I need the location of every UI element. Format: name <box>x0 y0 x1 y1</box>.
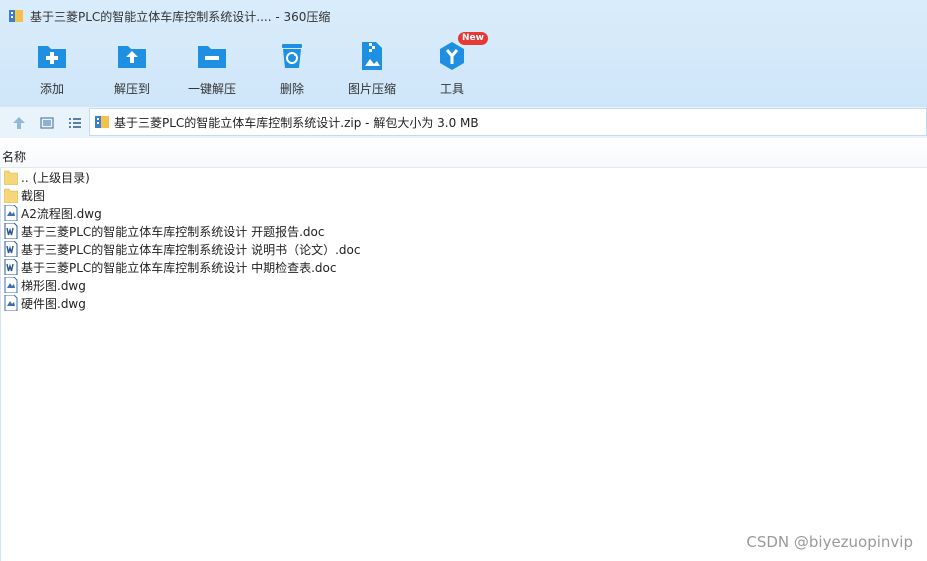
list-view-button[interactable] <box>62 111 88 135</box>
list-item[interactable]: 基于三菱PLC的智能立体车库控制系统设计 说明书（论文）.doc <box>0 240 927 258</box>
folder-add-icon <box>36 40 68 72</box>
word-doc-icon <box>4 222 18 240</box>
list-item[interactable]: .. (上级目录) <box>0 168 927 186</box>
watermark-text: CSDN @biyezuopinvip <box>746 533 913 551</box>
image-compress-button[interactable]: 图片压缩 <box>332 36 412 100</box>
file-name: 梯形图.dwg <box>21 278 86 293</box>
title-bar: 基于三菱PLC的智能立体车库控制系统设计.... - 360压缩 <box>0 0 927 32</box>
dwg-file-icon <box>4 294 18 312</box>
file-name: .. (上级目录) <box>21 170 90 185</box>
file-name: 硬件图.dwg <box>21 296 86 311</box>
list-item[interactable]: 基于三菱PLC的智能立体车库控制系统设计 开题报告.doc <box>0 222 927 240</box>
extract-to-icon <box>116 40 148 72</box>
address-row: 基于三菱PLC的智能立体车库控制系统设计.zip - 解包大小为 3.0 MB <box>0 107 927 138</box>
add-button[interactable]: 添加 <box>12 36 92 100</box>
file-name: A2流程图.dwg <box>21 206 102 221</box>
address-text: 基于三菱PLC的智能立体车库控制系统设计.zip - 解包大小为 3.0 MB <box>114 115 479 130</box>
recycle-bin-icon <box>276 40 308 72</box>
extract-to-label: 解压到 <box>113 82 150 96</box>
thumbnail-view-icon <box>40 116 54 129</box>
list-item[interactable]: 硬件图.dwg <box>0 294 927 312</box>
tools-button[interactable]: New 工具 <box>412 32 492 100</box>
window-title: 基于三菱PLC的智能立体车库控制系统设计.... - 360压缩 <box>30 9 331 24</box>
up-level-button[interactable] <box>6 111 32 135</box>
address-bar[interactable]: 基于三菱PLC的智能立体车库控制系统设计.zip - 解包大小为 3.0 MB <box>89 108 927 136</box>
delete-button[interactable]: 删除 <box>252 36 332 100</box>
list-item[interactable]: 梯形图.dwg <box>0 276 927 294</box>
top-panel: 基于三菱PLC的智能立体车库控制系统设计.... - 360压缩 添加 解压到 … <box>0 0 927 107</box>
archive-window: 基于三菱PLC的智能立体车库控制系统设计.... - 360压缩 添加 解压到 … <box>0 0 927 561</box>
dwg-file-icon <box>4 276 18 294</box>
zip-archive-icon <box>94 114 110 130</box>
one-click-extract-label: 一键解压 <box>187 82 236 96</box>
list-item[interactable]: 截图 <box>0 186 927 204</box>
image-compress-icon <box>356 40 388 72</box>
dwg-file-icon <box>4 204 18 222</box>
thumbnail-view-button[interactable] <box>34 111 60 135</box>
folder-icon <box>3 187 19 204</box>
image-compress-label: 图片压缩 <box>347 82 396 96</box>
list-view-icon <box>69 117 81 128</box>
column-header-name[interactable]: 名称 <box>2 148 26 165</box>
list-item[interactable]: 基于三菱PLC的智能立体车库控制系统设计 中期检查表.doc <box>0 258 927 276</box>
folder-icon <box>3 169 19 186</box>
file-name: 基于三菱PLC的智能立体车库控制系统设计 说明书（论文）.doc <box>21 242 361 257</box>
word-doc-icon <box>4 240 18 258</box>
word-doc-icon <box>4 258 18 276</box>
file-list: .. (上级目录) 截图 A2流程图.dwg 基于三菱PLC的智能立体车库控制系… <box>0 168 927 312</box>
file-name: 基于三菱PLC的智能立体车库控制系统设计 开题报告.doc <box>21 224 325 239</box>
list-header: 名称 <box>0 138 927 168</box>
main-toolbar: 添加 解压到 一键解压 删除 图片压缩 New 工具 <box>12 32 492 100</box>
file-name: 基于三菱PLC的智能立体车库控制系统设计 中期检查表.doc <box>21 260 337 275</box>
file-name: 截图 <box>21 188 46 203</box>
arrow-up-icon <box>13 116 25 129</box>
zip-archive-icon <box>8 8 24 24</box>
tools-label: 工具 <box>439 82 464 96</box>
delete-label: 删除 <box>279 82 304 96</box>
one-click-extract-icon <box>196 40 228 72</box>
one-click-extract-button[interactable]: 一键解压 <box>172 36 252 100</box>
add-label: 添加 <box>39 82 64 96</box>
extract-to-button[interactable]: 解压到 <box>92 36 172 100</box>
new-badge: New <box>458 32 488 45</box>
list-item[interactable]: A2流程图.dwg <box>0 204 927 222</box>
